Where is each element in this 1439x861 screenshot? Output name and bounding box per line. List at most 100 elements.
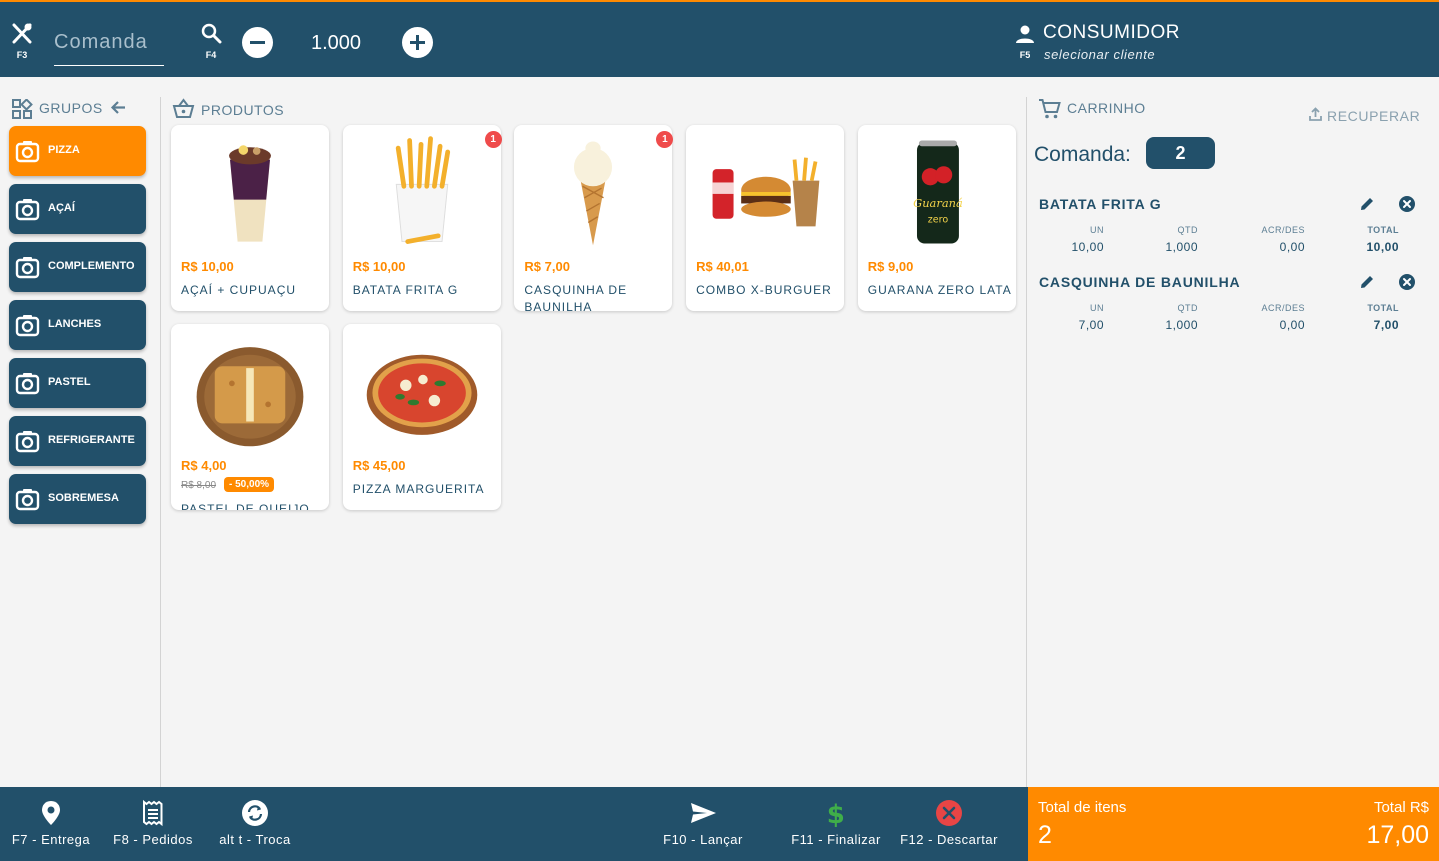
delivery-button[interactable]: F7 - Entrega bbox=[9, 799, 93, 847]
product-name: COMBO X-BURGUER bbox=[696, 283, 832, 297]
column-header-acr: ACR/DES bbox=[1261, 303, 1305, 313]
column-header-un: UN bbox=[1090, 303, 1104, 313]
group-button[interactable]: REFRIGERANTE bbox=[9, 416, 146, 466]
product-price: R$ 40,01 bbox=[696, 259, 749, 274]
decrease-quantity-button[interactable] bbox=[242, 27, 273, 58]
minus-icon bbox=[250, 41, 265, 44]
column-header-total: TOTAL bbox=[1367, 225, 1399, 235]
upload-icon bbox=[1309, 107, 1322, 121]
dollar-icon: $ bbox=[827, 800, 845, 827]
camera-icon bbox=[15, 257, 40, 279]
products-title: PRODUTOS bbox=[201, 102, 285, 118]
product-card[interactable]: Guaraná zero R$ 9,00 GUARANA ZERO LATA bbox=[857, 125, 1016, 311]
remove-item-icon[interactable] bbox=[1398, 195, 1416, 213]
launch-label: F10 - Lançar bbox=[663, 832, 743, 847]
discard-label: F12 - Descartar bbox=[900, 832, 998, 847]
group-button[interactable]: AÇAÍ bbox=[9, 184, 146, 234]
delivery-label: F7 - Entrega bbox=[11, 832, 91, 847]
search-key: F4 bbox=[205, 50, 217, 60]
mesa-button[interactable]: F3 bbox=[9, 22, 35, 60]
search-icon bbox=[201, 23, 222, 44]
recover-button[interactable]: RECUPERAR bbox=[1308, 107, 1420, 124]
column-header-total: TOTAL bbox=[1367, 303, 1399, 313]
column-header-un: UN bbox=[1090, 225, 1104, 235]
remove-item-icon[interactable] bbox=[1398, 273, 1416, 291]
orders-button[interactable]: F8 - Pedidos bbox=[109, 799, 197, 847]
product-card[interactable]: R$ 40,01 COMBO X-BURGUER bbox=[686, 125, 845, 311]
select-client-link[interactable]: selecionar cliente bbox=[1044, 47, 1155, 62]
finalize-button[interactable]: $ F11 - Finalizar bbox=[788, 799, 884, 847]
product-price: R$ 10,00 bbox=[181, 259, 234, 274]
cart-item-name: CASQUINHA DE BAUNILHA bbox=[1039, 274, 1241, 290]
camera-icon bbox=[15, 373, 40, 395]
group-label: LANCHES bbox=[48, 318, 102, 330]
sync-icon bbox=[242, 800, 268, 826]
group-button[interactable]: LANCHES bbox=[9, 300, 146, 350]
product-card[interactable]: R$ 45,00 PIZZA MARGUERITA bbox=[342, 324, 501, 510]
recover-label: RECUPERAR bbox=[1327, 108, 1421, 124]
client-name[interactable]: CONSUMIDOR bbox=[1043, 22, 1180, 44]
column-header-qtd: QTD bbox=[1177, 303, 1198, 313]
comanda-number[interactable]: 2 bbox=[1146, 137, 1215, 169]
column-header-qtd: QTD bbox=[1177, 225, 1198, 235]
product-price: R$ 9,00 bbox=[867, 259, 914, 274]
group-button[interactable]: COMPLEMENTO bbox=[9, 242, 146, 292]
footer-bar: F7 - Entrega F8 - Pedidos alt t - Troca … bbox=[0, 787, 1028, 861]
pastel-image bbox=[196, 347, 304, 447]
discard-button[interactable]: F12 - Descartar bbox=[896, 799, 1002, 847]
product-name: BATATA FRITA G bbox=[352, 283, 459, 297]
product-card[interactable]: R$ 10,00 BATATA FRITA G bbox=[342, 125, 501, 311]
groups-title: GRUPOS bbox=[39, 100, 103, 116]
product-price: R$ 7,00 bbox=[524, 259, 570, 274]
exchange-button[interactable]: alt t - Troca bbox=[211, 799, 299, 847]
comanda-input[interactable]: Comanda bbox=[54, 28, 164, 66]
arrow-back-icon[interactable] bbox=[110, 99, 127, 116]
camera-icon bbox=[15, 431, 40, 453]
discount-badge: - 50,00% bbox=[224, 477, 275, 492]
product-price: R$ 45,00 bbox=[352, 458, 406, 473]
product-name: AÇAÍ + CUPUAÇU bbox=[181, 283, 297, 297]
quantity-value[interactable]: 1.000 bbox=[300, 32, 372, 55]
cart-count-badge: 1 bbox=[484, 131, 502, 148]
exchange-label: alt t - Troca bbox=[219, 832, 291, 847]
product-card[interactable]: R$ 7,00 CASQUINHA DE BAUNILHA bbox=[514, 125, 673, 311]
orders-label: F8 - Pedidos bbox=[113, 832, 193, 847]
column-value-total: 7,00 bbox=[1373, 318, 1399, 332]
column-value-qtd: 1,000 bbox=[1165, 318, 1198, 332]
group-button[interactable]: SOBREMESA bbox=[9, 474, 146, 524]
group-button[interactable]: PIZZA bbox=[9, 126, 146, 176]
burger-combo-image bbox=[712, 157, 820, 227]
total-items-value: 2 bbox=[1038, 821, 1052, 849]
comanda-label: Comanda: bbox=[1034, 143, 1131, 166]
edit-icon[interactable] bbox=[1358, 195, 1376, 213]
soda-can-image: Guaraná zero bbox=[913, 140, 963, 244]
group-button[interactable]: PASTEL bbox=[9, 358, 146, 408]
totals-panel: Total de itens 2 Total R$ 17,00 bbox=[1028, 787, 1439, 861]
acai-cup-image bbox=[229, 145, 271, 242]
edit-icon[interactable] bbox=[1358, 273, 1376, 291]
search-button[interactable]: F4 bbox=[199, 22, 223, 60]
groups-icon bbox=[12, 99, 33, 119]
camera-icon bbox=[15, 141, 40, 163]
group-label: PIZZA bbox=[48, 144, 80, 156]
increase-quantity-button[interactable] bbox=[402, 27, 433, 58]
launch-button[interactable]: F10 - Lançar bbox=[659, 799, 747, 847]
top-bar: F3 Comanda F4 1.000 F5 CONSUMIDOR seleci… bbox=[0, 0, 1439, 77]
product-name: PASTEL DE QUEIJO bbox=[181, 502, 310, 510]
total-amount-label: Total R$ bbox=[1373, 799, 1429, 816]
location-pin-icon bbox=[42, 801, 60, 825]
product-card[interactable]: R$ 10,00 AÇAÍ + CUPUAÇU bbox=[171, 125, 329, 311]
column-value-total: 10,00 bbox=[1366, 240, 1399, 254]
product-name: PIZZA MARGUERITA bbox=[352, 482, 485, 496]
product-old-price: R$ 8,00 bbox=[181, 480, 217, 491]
product-card[interactable]: R$ 4,00 R$ 8,00 - 50,00% PASTEL DE QUEIJO bbox=[171, 324, 329, 510]
receipt-icon bbox=[143, 799, 163, 827]
camera-icon bbox=[15, 489, 40, 511]
group-label: SOBREMESA bbox=[48, 492, 119, 504]
cancel-icon bbox=[936, 800, 962, 826]
group-label: AÇAÍ bbox=[48, 202, 75, 214]
column-value-qtd: 1,000 bbox=[1165, 240, 1198, 254]
cart-item-name: BATATA FRITA G bbox=[1039, 196, 1162, 212]
product-name: GUARANA ZERO LATA bbox=[867, 283, 1012, 297]
client-button[interactable]: F5 bbox=[1014, 24, 1036, 60]
